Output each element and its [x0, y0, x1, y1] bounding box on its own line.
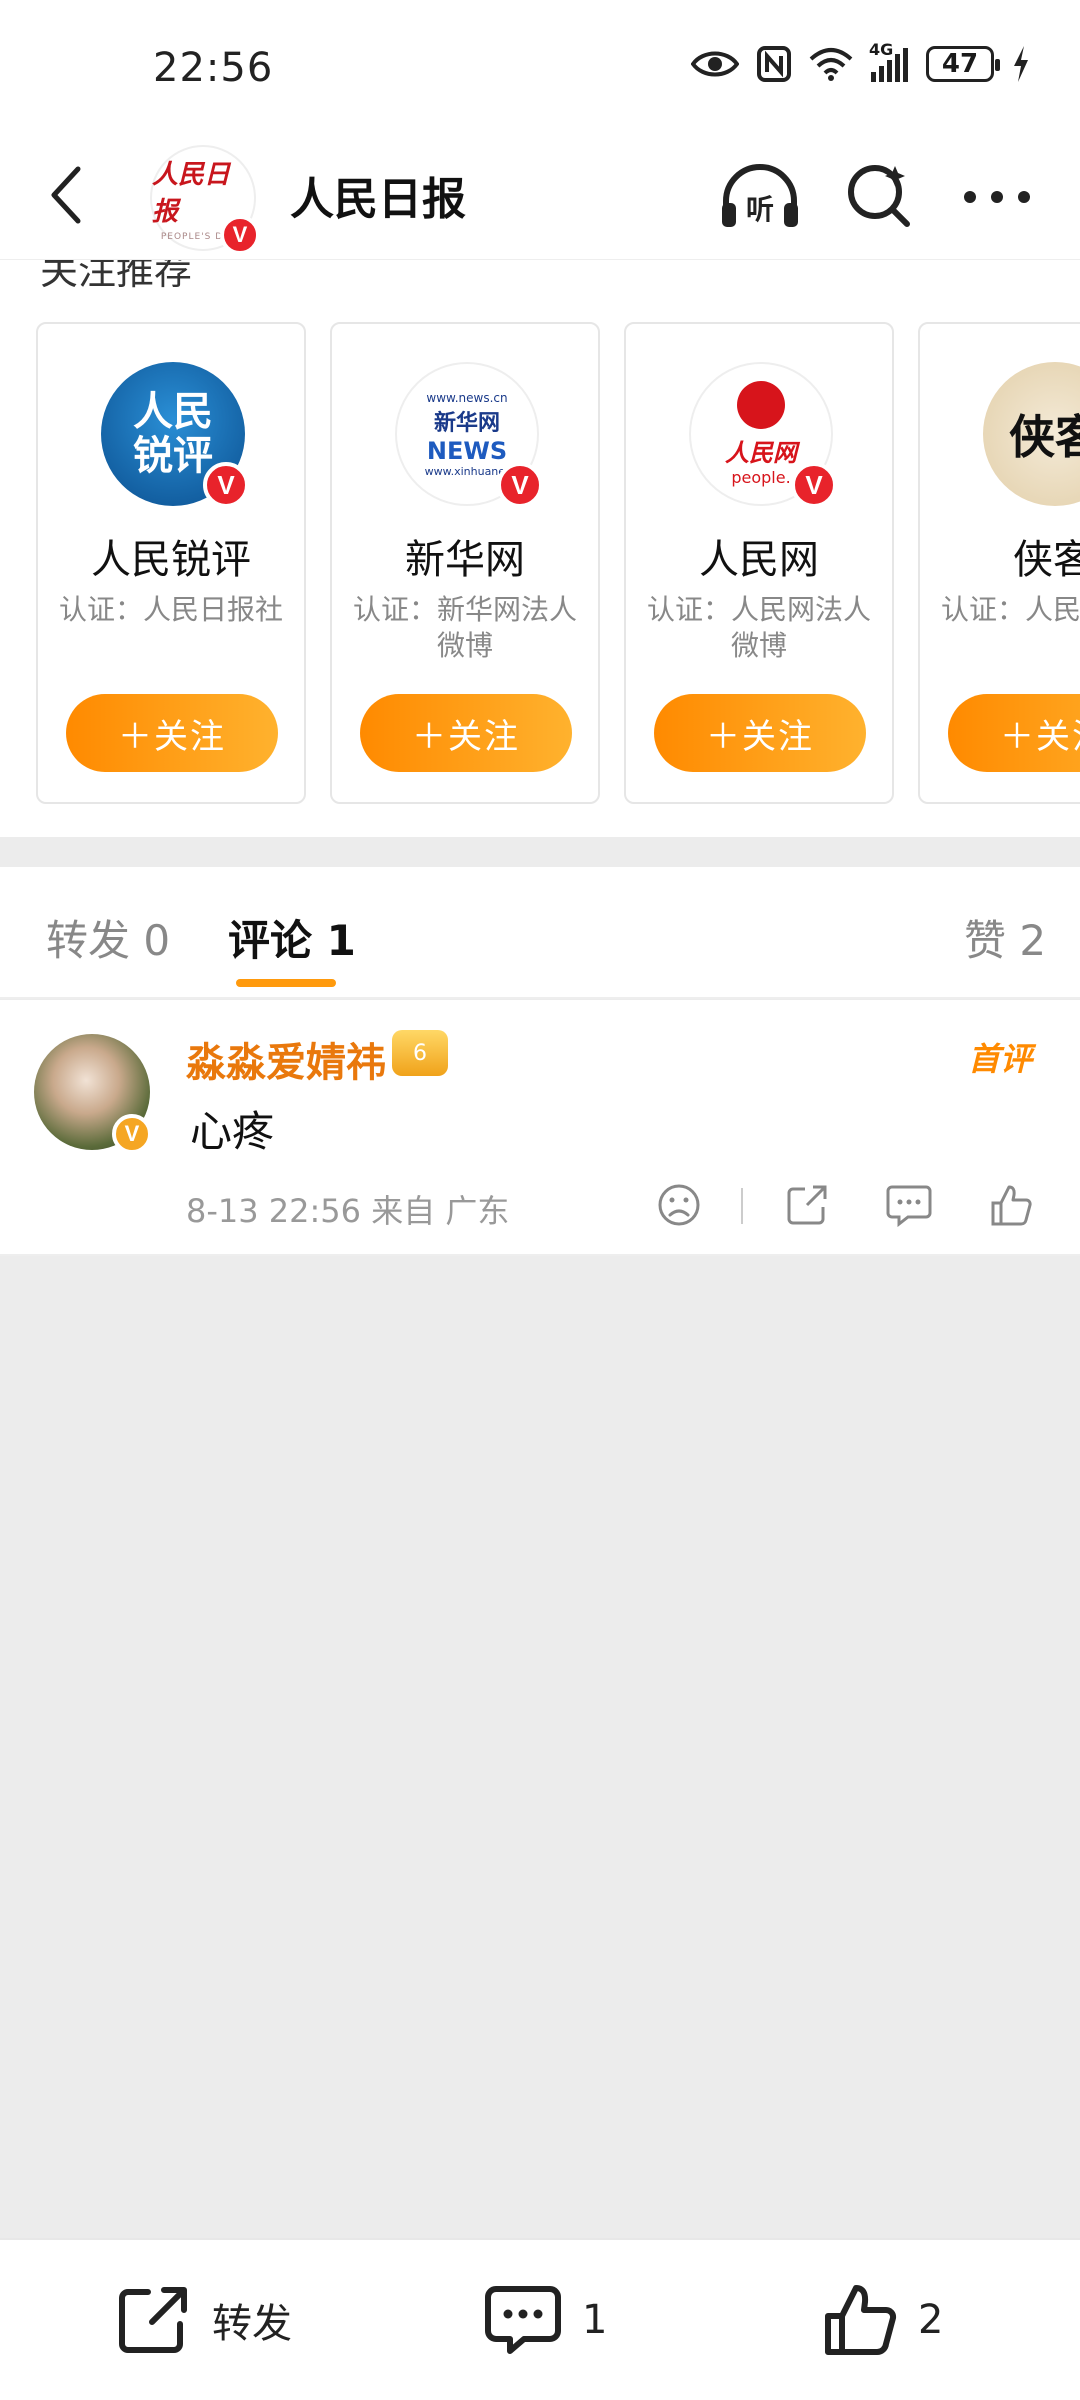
- follow-recommendations: 关注推荐 人民 锐评 V 人民锐评 认证：人民日报社 ＋关注 www.news.…: [0, 260, 1080, 837]
- account-avatar[interactable]: 人民日报 PEOPLE'S DAILY V: [150, 145, 260, 255]
- frown-icon: [658, 1184, 700, 1226]
- battery-icon: 47: [926, 46, 1000, 82]
- network-type: 4G: [869, 40, 894, 59]
- avatar-logo-text: www.xinhuanet: [424, 464, 510, 478]
- listen-button[interactable]: 听: [718, 155, 802, 239]
- recommend-avatar[interactable]: 人民 锐评 V: [101, 362, 249, 508]
- share-icon: [787, 1185, 827, 1225]
- recommend-card[interactable]: 人民 锐评 V 人民锐评 认证：人民日报社 ＋关注: [36, 322, 306, 804]
- top-nav-bar: 人民日报 PEOPLE'S DAILY V 人民日报 听: [0, 135, 1080, 260]
- headphones-icon: 听: [722, 164, 798, 227]
- status-icons: 4G 47: [691, 40, 1030, 82]
- share-comment-button[interactable]: [772, 1170, 842, 1240]
- battery-level: 47: [941, 49, 979, 79]
- tab-likes[interactable]: 赞 2: [964, 907, 1046, 968]
- recommend-avatar[interactable]: 人民网 people. V: [689, 362, 837, 508]
- bottom-action-bar: 转发 1 2: [0, 2238, 1080, 2400]
- dislike-button[interactable]: [644, 1170, 714, 1240]
- comment-text: 心疼: [190, 1107, 275, 1156]
- avatar-logo-text: people.: [731, 468, 791, 487]
- recommend-cert: 认证：新华网法人微博: [352, 593, 577, 662]
- verified-badge: V: [497, 462, 543, 508]
- status-bar: 22:56 4G 47: [0, 0, 1080, 135]
- recommend-cert: 认证：人民网法人微博: [646, 593, 871, 662]
- action-divider: [741, 1188, 743, 1224]
- wifi-icon: [809, 48, 853, 81]
- avatar-logo-text: 侠客: [1009, 410, 1080, 464]
- avatar-logo-text: NEWS: [426, 436, 508, 465]
- follow-button[interactable]: ＋关注: [66, 694, 278, 772]
- recommend-name: 侠客: [1013, 537, 1080, 583]
- recommendations-title: 关注推荐: [40, 260, 193, 293]
- eye-icon: [691, 51, 739, 77]
- interaction-tabs: 转发 0 评论 1 赞 2: [0, 867, 1080, 999]
- member-level-badge: 6: [392, 1030, 448, 1076]
- like-comment-button[interactable]: [976, 1170, 1046, 1240]
- recommend-card[interactable]: www.news.cn 新华网 NEWS www.xinhuanet V 新华网…: [330, 322, 600, 804]
- search-icon: [848, 165, 910, 227]
- recommend-avatar[interactable]: www.news.cn 新华网 NEWS www.xinhuanet V: [395, 362, 543, 508]
- repost-label: 转发: [212, 2301, 292, 2347]
- thumbs-up-icon: [825, 2285, 897, 2356]
- verified-badge: V: [220, 215, 260, 255]
- share-icon: [119, 2287, 187, 2353]
- signal-icon: 4G: [869, 40, 908, 82]
- active-tab-indicator: [236, 979, 336, 987]
- avatar-logo-text: www.news.cn: [426, 390, 508, 405]
- avatar-logo-text: 锐评: [133, 433, 213, 479]
- recommend-name: 新华网: [405, 537, 525, 583]
- level-number: 6: [413, 1040, 427, 1066]
- page-title: 人民日报: [290, 174, 466, 225]
- recommend-avatar[interactable]: 侠客: [983, 362, 1080, 506]
- follow-button[interactable]: ＋关注: [948, 694, 1080, 772]
- repost-button[interactable]: 转发: [116, 2280, 292, 2360]
- recommend-card[interactable]: 侠客 侠客 认证：人民日报社 ＋关注: [918, 322, 1080, 804]
- like-count: 2: [918, 2297, 944, 2343]
- comment-icon: [886, 1185, 932, 1227]
- search-button[interactable]: [838, 155, 922, 239]
- follow-button[interactable]: ＋关注: [360, 694, 572, 772]
- comment-item: V 淼淼爱婧祎 6 首评 心疼 8-13 22:56 来自 广东: [0, 1000, 1080, 1256]
- verified-badge: V: [203, 462, 249, 508]
- recommend-name: 人民锐评: [91, 537, 251, 583]
- comment-button[interactable]: 1: [484, 2280, 607, 2360]
- back-button[interactable]: [36, 160, 96, 230]
- thumbs-up-icon: [991, 1185, 1032, 1226]
- recommend-name: 人民网: [699, 537, 819, 583]
- comment-meta: 8-13 22:56 来自 广东: [186, 1192, 510, 1230]
- more-button[interactable]: [955, 155, 1039, 239]
- avatar-logo-text: 人民网: [725, 439, 797, 467]
- people-logo-mark: [737, 381, 785, 429]
- commenter-avatar[interactable]: V: [34, 1034, 152, 1154]
- verified-badge: V: [791, 462, 837, 508]
- svg-text:听: 听: [746, 193, 774, 226]
- reply-comment-button[interactable]: [874, 1170, 944, 1240]
- status-time: 22:56: [153, 45, 274, 91]
- charging-icon: [1014, 46, 1028, 82]
- comment-icon: [485, 2286, 561, 2354]
- recommend-card[interactable]: 人民网 people. V 人民网 认证：人民网法人微博 ＋关注: [624, 322, 894, 804]
- back-arrow-icon: [51, 166, 81, 224]
- tab-reposts[interactable]: 转发 0: [46, 907, 170, 968]
- recommend-cert: 认证：人民日报社: [940, 593, 1080, 626]
- nfc-icon: [757, 46, 791, 82]
- avatar-logo-text: 人民: [133, 389, 213, 435]
- more-dots-icon: [964, 191, 1030, 203]
- recommend-cert: 认证：人民日报社: [58, 593, 283, 626]
- like-button[interactable]: 2: [822, 2280, 943, 2360]
- comment-count: 1: [582, 2297, 608, 2343]
- commenter-name[interactable]: 淼淼爱婧祎: [186, 1030, 386, 1088]
- follow-button[interactable]: ＋关注: [654, 694, 866, 772]
- tab-comments[interactable]: 评论 1: [228, 907, 356, 968]
- verified-badge: V: [112, 1114, 152, 1154]
- avatar-logo-text: 新华网: [433, 410, 500, 436]
- first-comment-tag: 首评: [967, 1040, 1032, 1078]
